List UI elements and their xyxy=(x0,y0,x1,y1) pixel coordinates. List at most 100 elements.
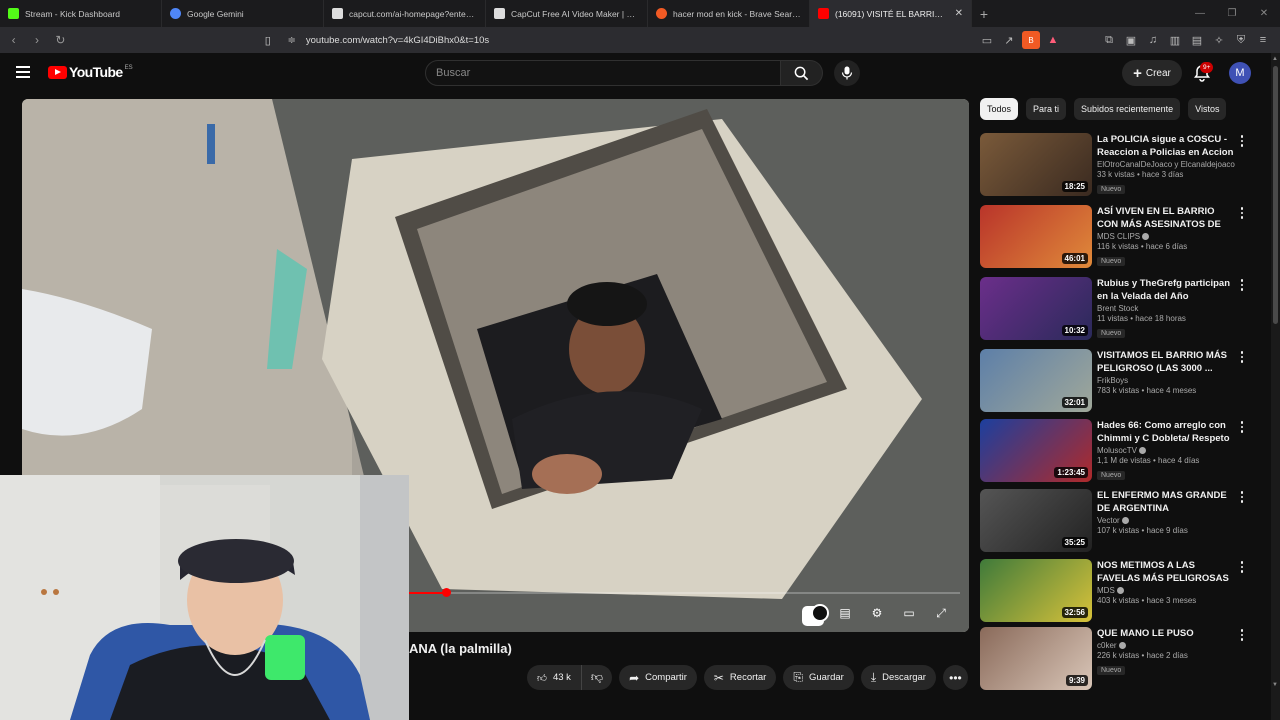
recommended-video[interactable]: 9:39 QUE MANO LE PUSO c0ker 226 k vistas •… xyxy=(980,627,1260,691)
url-bar[interactable]: ≑ youtube.com/watch?v=4kGI4DiBhx0&t=10s xyxy=(282,30,979,50)
recommended-video[interactable]: 1:23:45 Hades 66: Como arreglo con Chimm… xyxy=(980,419,1260,483)
video-title[interactable]: ASÍ VIVEN EN EL BARRIO CON MÁS ASESINATO… xyxy=(1097,205,1237,231)
dislike-button[interactable]: 👎︎ xyxy=(582,665,612,690)
browser-tab[interactable]: Google Gemini xyxy=(162,0,324,27)
reload-icon[interactable]: ↻ xyxy=(51,33,70,47)
video-thumbnail[interactable]: 18:25 xyxy=(980,133,1092,196)
video-title[interactable]: VISITAMOS EL BARRIO MÁS PELIGROSO (LAS 3… xyxy=(1097,349,1237,375)
brave-rewards-icon[interactable]: ▲ xyxy=(1044,31,1062,49)
save-button[interactable]: ⎘ Guardar xyxy=(783,665,854,690)
new-tab-button[interactable]: + xyxy=(972,0,996,27)
more-vertical-icon[interactable] xyxy=(1236,205,1248,221)
media-icon[interactable]: ♫ xyxy=(1144,31,1162,49)
more-vertical-icon[interactable] xyxy=(1236,277,1248,293)
clip-button[interactable]: ✂ Recortar xyxy=(703,665,777,690)
scrollbar-thumb[interactable] xyxy=(1273,66,1278,324)
site-settings-icon[interactable]: ≑ xyxy=(288,35,296,46)
chip-para-ti[interactable]: Para ti xyxy=(1026,98,1067,120)
back-icon[interactable]: ‹ xyxy=(4,33,23,47)
video-thumbnail[interactable]: 1:23:45 xyxy=(980,419,1092,482)
more-vertical-icon[interactable] xyxy=(1236,133,1248,149)
screenshot-icon[interactable]: ▣ xyxy=(1122,31,1140,49)
more-actions-button[interactable]: ••• xyxy=(942,665,968,690)
minimize-icon[interactable]: — xyxy=(1184,0,1216,27)
chip-vistos[interactable]: Vistos xyxy=(1188,98,1227,120)
like-button[interactable]: 👍︎ 43 k xyxy=(527,665,582,690)
leo-ai-icon[interactable]: ✧ xyxy=(1210,31,1228,49)
autoplay-toggle[interactable] xyxy=(802,603,829,626)
more-vertical-icon[interactable] xyxy=(1236,349,1248,365)
browser-tab[interactable]: CapCut Free AI Video Maker | Smart xyxy=(486,0,648,27)
channel-name[interactable]: MolusocTV xyxy=(1097,446,1237,455)
extensions-icon[interactable]: ⧉ xyxy=(1100,31,1118,49)
search-button[interactable] xyxy=(781,60,823,86)
recommended-video[interactable]: 18:25 La POLICIA sigue a COSCU - Reaccio… xyxy=(980,133,1260,197)
browser-tab[interactable]: Stream - Kick Dashboard xyxy=(0,0,162,27)
video-title[interactable]: La POLICIA sigue a COSCU - Reaccion a Po… xyxy=(1097,133,1237,159)
video-thumbnail[interactable]: 9:39 xyxy=(980,627,1092,690)
recommended-video[interactable]: 32:56 NOS METIMOS A LAS FAVELAS MÁS PELI… xyxy=(980,559,1260,623)
browser-tab[interactable]: hacer mod en kick - Brave Search xyxy=(648,0,810,27)
video-duration: 1:23:45 xyxy=(1054,467,1088,478)
chip-todos[interactable]: Todos xyxy=(980,98,1019,120)
recommended-video[interactable]: 46:01 ASÍ VIVEN EN EL BARRIO CON MÁS ASE… xyxy=(980,205,1260,269)
wallet-icon[interactable]: ▤ xyxy=(1188,31,1206,49)
channel-name[interactable]: FrikBoys xyxy=(1097,376,1237,385)
cast-icon[interactable]: ▭ xyxy=(978,31,996,49)
channel-name[interactable]: MDS xyxy=(1097,586,1237,595)
verified-icon xyxy=(1139,447,1147,455)
bookmark-icon[interactable]: ▯ xyxy=(260,34,275,47)
menu-icon[interactable]: ≡ xyxy=(1254,31,1272,49)
search-input[interactable]: Buscar xyxy=(425,60,781,86)
channel-name[interactable]: c0ker xyxy=(1097,641,1237,650)
share-button[interactable]: ➦ Compartir xyxy=(619,665,697,690)
sidebar-icon[interactable]: ▥ xyxy=(1166,31,1184,49)
subtitles-icon[interactable]: ▤ xyxy=(834,603,856,623)
video-thumbnail[interactable]: 32:01 xyxy=(980,349,1092,412)
progress-track[interactable] xyxy=(408,592,960,594)
video-title[interactable]: QUE MANO LE PUSO xyxy=(1097,627,1237,640)
close-tab-icon[interactable]: ✕ xyxy=(955,8,963,19)
maximize-icon[interactable]: ❐ xyxy=(1216,0,1248,27)
recommended-video[interactable]: 35:25 EL ENFERMO MAS GRANDE DE ARGENTINA… xyxy=(980,489,1260,553)
close-window-icon[interactable]: ✕ xyxy=(1248,0,1280,27)
hamburger-menu-icon[interactable] xyxy=(16,66,30,78)
more-vertical-icon[interactable] xyxy=(1236,627,1248,643)
more-vertical-icon[interactable] xyxy=(1236,419,1248,435)
more-vertical-icon[interactable] xyxy=(1236,489,1248,505)
recommended-video[interactable]: 10:32 Rubius y TheGrefg participan en la… xyxy=(980,277,1260,341)
webcam-feed xyxy=(0,475,409,720)
settings-gear-icon[interactable]: ⚙ xyxy=(866,603,888,623)
recommended-video[interactable]: 32:01 VISITAMOS EL BARRIO MÁS PELIGROSO … xyxy=(980,349,1260,413)
video-title[interactable]: Rubius y TheGrefg participan en la Velad… xyxy=(1097,277,1237,303)
download-button[interactable]: ⤓ Descargar xyxy=(860,665,936,690)
video-thumbnail[interactable]: 10:32 xyxy=(980,277,1092,340)
scroll-up-icon[interactable]: ▲ xyxy=(1272,56,1278,62)
scroll-down-icon[interactable]: ▼ xyxy=(1272,682,1278,688)
share-icon[interactable]: ↗ xyxy=(1000,31,1018,49)
video-thumbnail[interactable]: 32:56 xyxy=(980,559,1092,622)
vpn-icon[interactable]: ⛨ xyxy=(1232,31,1250,49)
create-button[interactable]: + Crear xyxy=(1122,60,1182,86)
video-thumbnail[interactable]: 35:25 xyxy=(980,489,1092,552)
video-title[interactable]: NOS METIMOS A LAS FAVELAS MÁS PELIGROSAS… xyxy=(1097,559,1237,585)
more-vertical-icon[interactable] xyxy=(1236,559,1248,575)
fullscreen-icon[interactable]: ⤢ xyxy=(930,603,952,623)
channel-name[interactable]: Brent Stock xyxy=(1097,304,1237,313)
video-title[interactable]: Hades 66: Como arreglo con Chimmi y C Do… xyxy=(1097,419,1237,445)
voice-search-button[interactable] xyxy=(834,60,860,86)
channel-name[interactable]: ElOtroCanalDeJoaco y Elcanaldejoaco xyxy=(1097,160,1237,169)
capcut-favicon-icon xyxy=(332,8,343,19)
video-title[interactable]: EL ENFERMO MAS GRANDE DE ARGENTINA xyxy=(1097,489,1237,515)
chip-subidos-recientemente[interactable]: Subidos recientemente xyxy=(1074,98,1181,120)
miniplayer-icon[interactable]: ▭ xyxy=(898,603,920,623)
account-avatar[interactable]: M xyxy=(1229,62,1251,84)
brave-shields-icon[interactable]: B xyxy=(1022,31,1040,49)
browser-tab-active[interactable]: (16091) VISITÉ EL BARRIO MÁ ✕ xyxy=(810,0,972,27)
forward-icon[interactable]: › xyxy=(27,33,46,47)
youtube-logo[interactable]: YouTube ES xyxy=(48,64,133,80)
channel-name[interactable]: MDS CLIPS xyxy=(1097,232,1237,241)
video-thumbnail[interactable]: 46:01 xyxy=(980,205,1092,268)
channel-name[interactable]: Vector xyxy=(1097,516,1237,525)
browser-tab[interactable]: capcut.com/ai-homepage?enter_from xyxy=(324,0,486,27)
